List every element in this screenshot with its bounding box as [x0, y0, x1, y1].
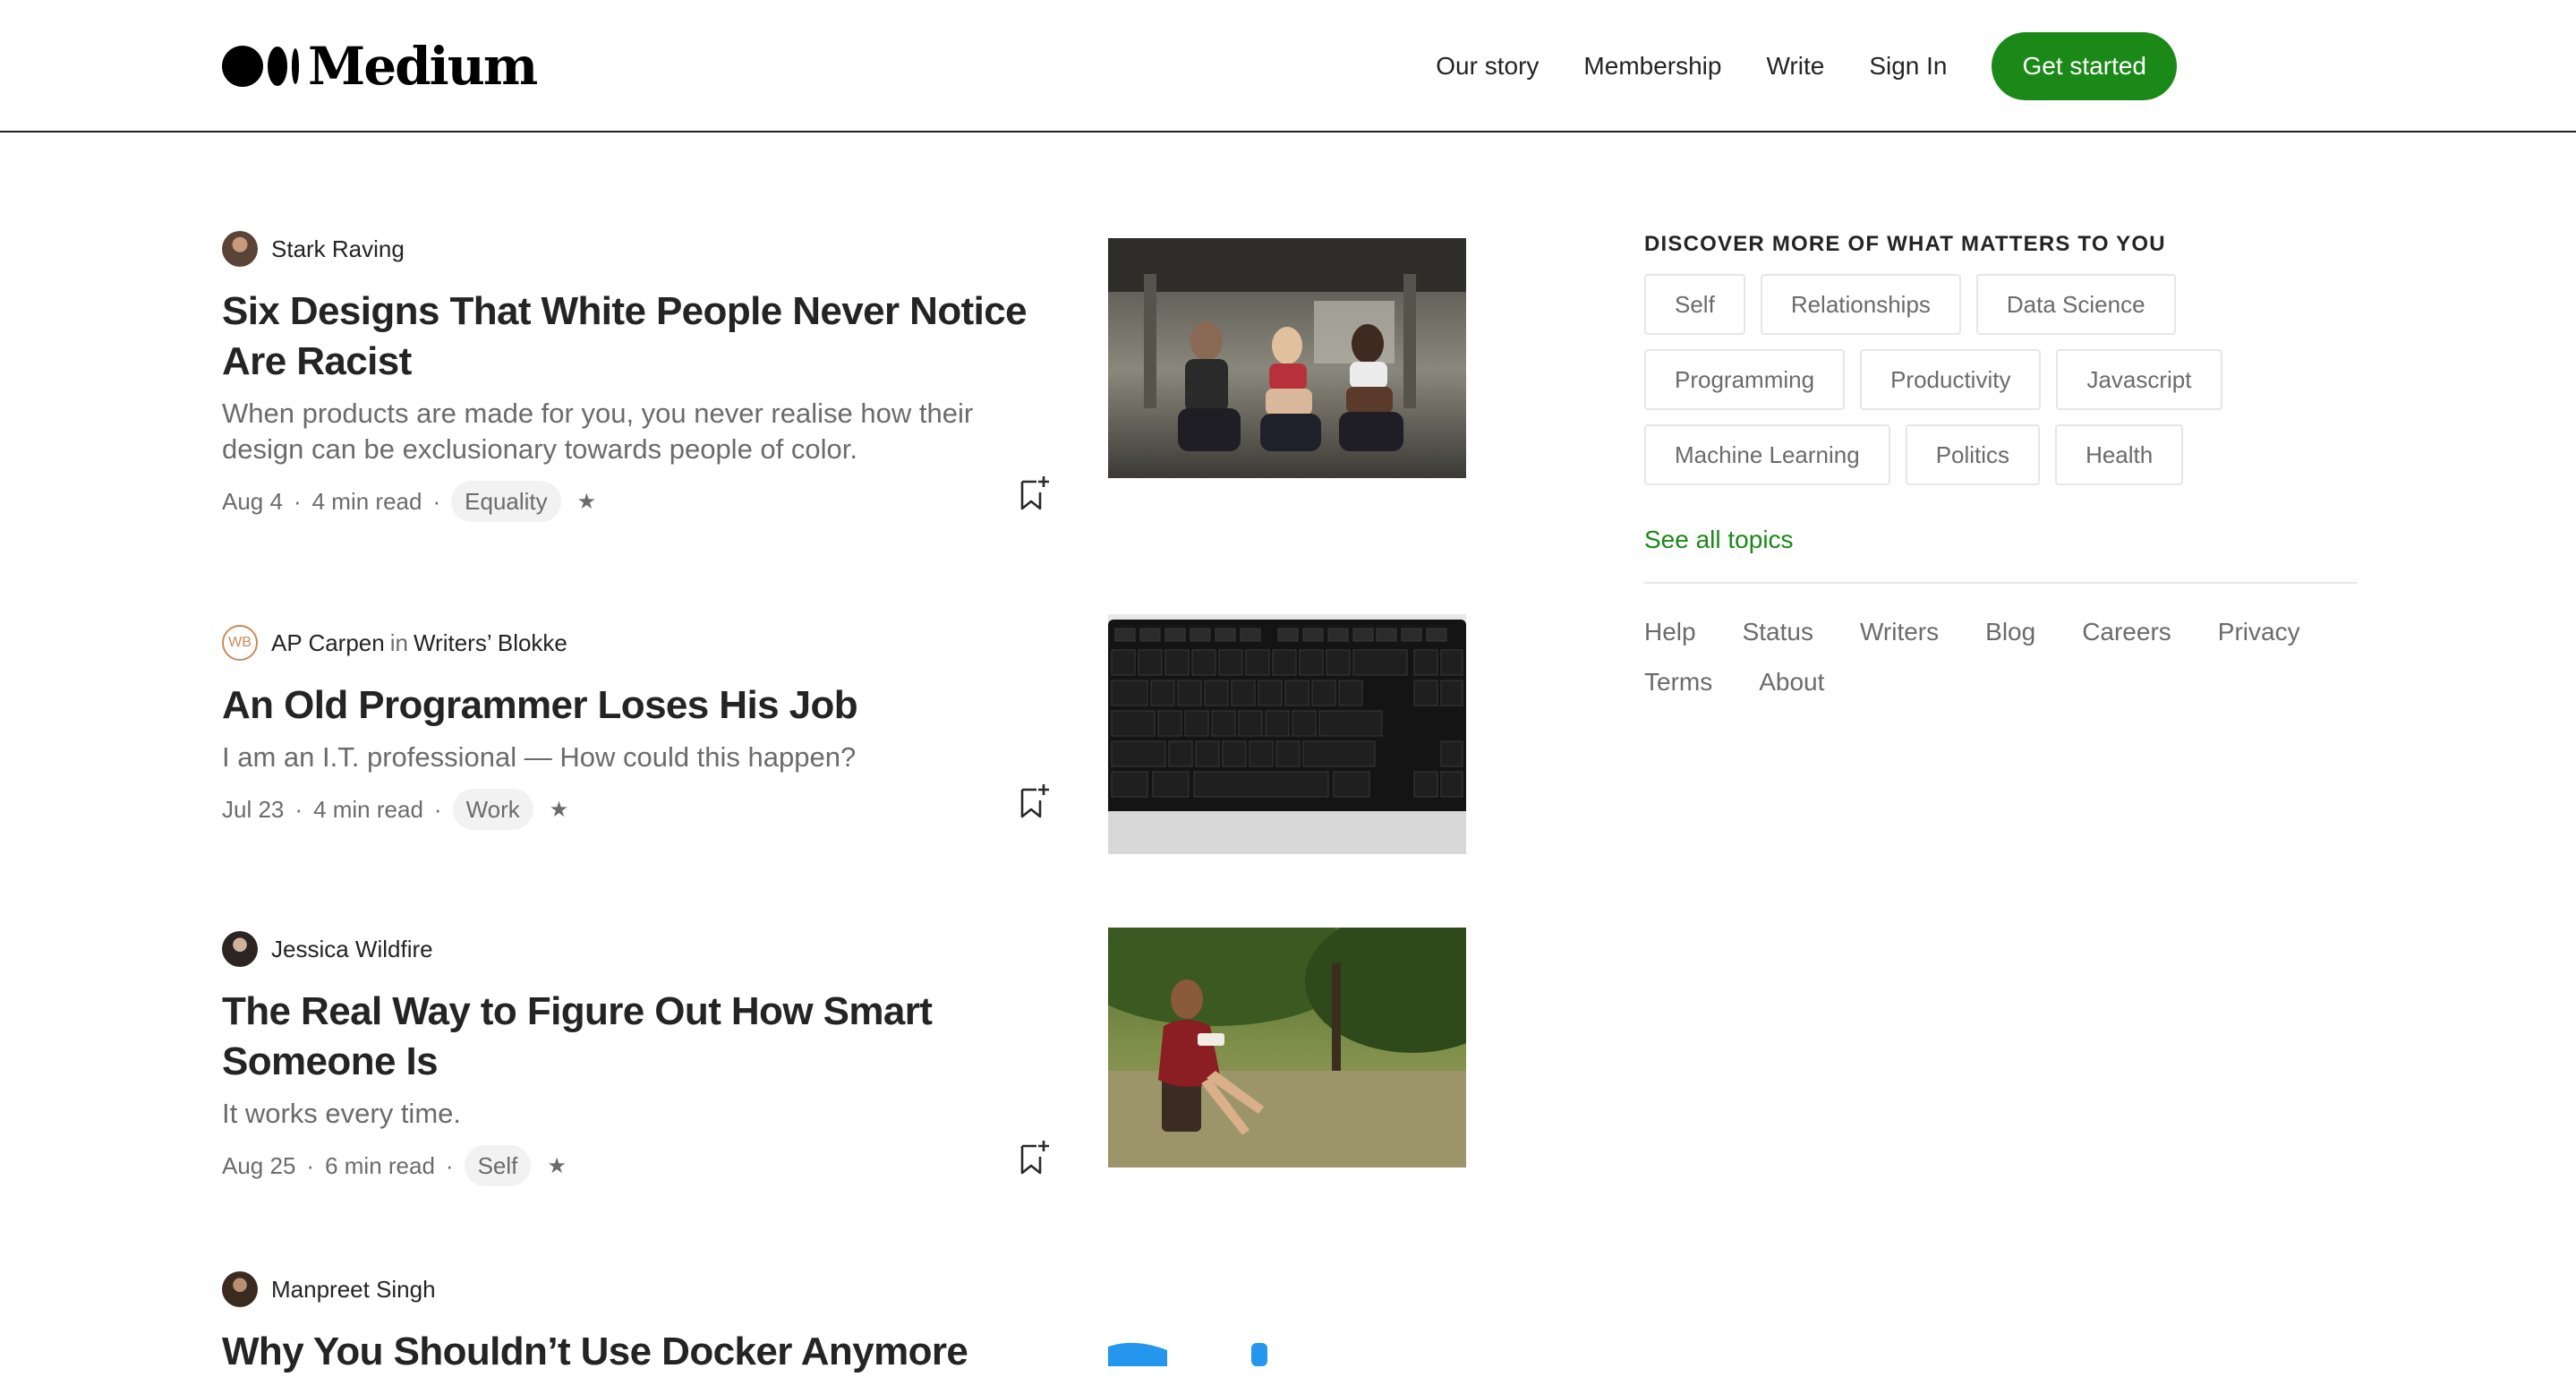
bookmark-add-icon[interactable]	[1019, 475, 1051, 510]
publication-avatar[interactable]: WB	[222, 625, 258, 661]
right-sidebar: DISCOVER MORE OF WHAT MATTERS TO YOU Sel…	[1644, 231, 2357, 698]
post-subtitle[interactable]: It works every time.	[222, 1096, 1045, 1132]
post-card[interactable]: Jessica Wildfire The Real Way to Figure …	[222, 928, 1466, 1187]
footer-about-link[interactable]: About	[1759, 666, 1824, 698]
topic-data-science[interactable]: Data Science	[1975, 274, 2176, 335]
post-tag[interactable]: Work	[452, 789, 533, 830]
sidebar-divider	[1644, 582, 2357, 584]
post-meta: Aug 4 · 4 min read · Equality ★	[222, 480, 1466, 523]
topic-relationships[interactable]: Relationships	[1760, 274, 1961, 335]
post-date: Aug 4	[222, 487, 283, 515]
read-time: 4 min read	[311, 487, 422, 515]
topic-machine-learning[interactable]: Machine Learning	[1644, 424, 1890, 485]
author-name[interactable]: AP Carpen	[271, 629, 385, 657]
nav-sign-in[interactable]: Sign In	[1869, 32, 1947, 100]
nav-membership[interactable]: Membership	[1583, 32, 1721, 100]
medium-logo-mark-icon	[222, 46, 299, 87]
read-time: 4 min read	[313, 795, 423, 823]
publication-name[interactable]: Writers’ Blokke	[414, 629, 567, 657]
topic-self[interactable]: Self	[1644, 274, 1745, 335]
star-icon: ★	[576, 489, 597, 514]
read-time: 6 min read	[325, 1151, 435, 1179]
footer-privacy-link[interactable]: Privacy	[2218, 616, 2300, 648]
post-card[interactable]: Manpreet Singh Why You Shouldn’t Use Doc…	[222, 1271, 1466, 1377]
post-card[interactable]: Stark Raving Six Designs That White Peop…	[222, 231, 1466, 523]
author-in-label: in	[389, 629, 408, 656]
nav-write[interactable]: Write	[1766, 32, 1824, 100]
topic-programming[interactable]: Programming	[1644, 349, 1846, 410]
author-name[interactable]: Jessica Wildfire	[271, 936, 433, 963]
post-card[interactable]: WB AP Carpen in Writers’ Blokke An Old P…	[222, 614, 1466, 854]
author-avatar[interactable]	[222, 931, 258, 967]
author-name[interactable]: Stark Raving	[271, 235, 405, 263]
footer-status-link[interactable]: Status	[1743, 616, 1813, 648]
discover-heading: DISCOVER MORE OF WHAT MATTERS TO YOU	[1644, 232, 2166, 256]
footer-help-link[interactable]: Help	[1644, 616, 1696, 648]
post-thumbnail[interactable]	[1108, 1271, 1466, 1366]
topic-javascript[interactable]: Javascript	[2056, 349, 2222, 410]
footer-links: Help Status Writers Blog Careers Privacy…	[1644, 616, 2357, 698]
post-title[interactable]: The Real Way to Figure Out How Smart Som…	[222, 987, 1045, 1087]
top-nav: Our story Membership Write Sign In Get s…	[1436, 32, 2177, 100]
topic-politics[interactable]: Politics	[1905, 424, 2041, 485]
get-started-button[interactable]: Get started	[1992, 32, 2177, 100]
author-name[interactable]: Manpreet Singh	[271, 1276, 436, 1304]
star-icon: ★	[547, 1153, 567, 1178]
post-title[interactable]: Six Designs That White People Never Noti…	[222, 287, 1045, 387]
footer-blog-link[interactable]: Blog	[1985, 616, 2035, 648]
bookmark-add-icon[interactable]	[1019, 1139, 1051, 1175]
author-avatar[interactable]	[222, 1271, 258, 1307]
footer-careers-link[interactable]: Careers	[2082, 616, 2171, 648]
top-header: Medium Our story Membership Write Sign I…	[0, 0, 2576, 133]
post-subtitle[interactable]: When products are made for you, you neve…	[222, 396, 1045, 467]
post-tag[interactable]: Self	[464, 1145, 532, 1186]
post-subtitle[interactable]: I am an I.T. professional — How could th…	[222, 740, 1045, 775]
post-thumbnail[interactable]	[1108, 614, 1466, 854]
post-thumbnail[interactable]	[1108, 928, 1466, 1167]
nav-our-story[interactable]: Our story	[1436, 32, 1539, 100]
post-title[interactable]: An Old Programmer Loses His Job	[222, 680, 1045, 731]
footer-writers-link[interactable]: Writers	[1860, 616, 1939, 648]
post-date: Aug 25	[222, 1151, 296, 1179]
see-all-topics-link[interactable]: See all topics	[1644, 525, 2357, 555]
logo-wordmark: Medium	[308, 36, 538, 97]
topic-health[interactable]: Health	[2055, 424, 2184, 485]
topic-productivity[interactable]: Productivity	[1860, 349, 2042, 410]
star-icon: ★	[549, 797, 569, 822]
post-date: Jul 23	[222, 795, 285, 823]
post-thumbnail[interactable]	[1108, 238, 1466, 478]
footer-terms-link[interactable]: Terms	[1644, 666, 1712, 698]
author-avatar[interactable]	[222, 231, 258, 267]
post-title[interactable]: Why You Shouldn’t Use Docker Anymore	[222, 1327, 1045, 1377]
bookmark-add-icon[interactable]	[1019, 783, 1051, 818]
medium-logo[interactable]: Medium	[222, 36, 538, 97]
topic-list: Self Relationships Data Science Programm…	[1644, 274, 2271, 485]
post-tag[interactable]: Equality	[451, 481, 561, 522]
